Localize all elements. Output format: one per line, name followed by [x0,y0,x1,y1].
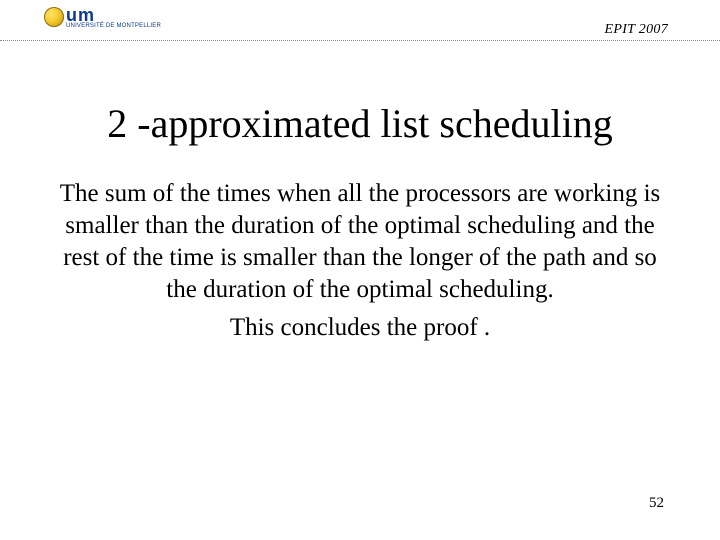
body-paragraph-2: This concludes the proof . [48,312,672,344]
slide-title: 2 -approximated list scheduling [0,100,720,147]
globe-icon [44,7,64,27]
logo-text: um UNIVERSITÉ DE MONTPELLIER [66,6,161,29]
conference-label: EPIT 2007 [605,22,669,38]
slide-body: The sum of the times when all the proces… [48,178,672,350]
slide: um UNIVERSITÉ DE MONTPELLIER EPIT 2007 2… [0,0,720,540]
logo-acronym: um [66,6,161,24]
body-paragraph-1: The sum of the times when all the proces… [48,178,672,306]
university-logo: um UNIVERSITÉ DE MONTPELLIER [44,6,161,29]
header-divider [0,40,720,41]
page-number: 52 [649,495,664,512]
logo-subtitle: UNIVERSITÉ DE MONTPELLIER [66,23,161,29]
